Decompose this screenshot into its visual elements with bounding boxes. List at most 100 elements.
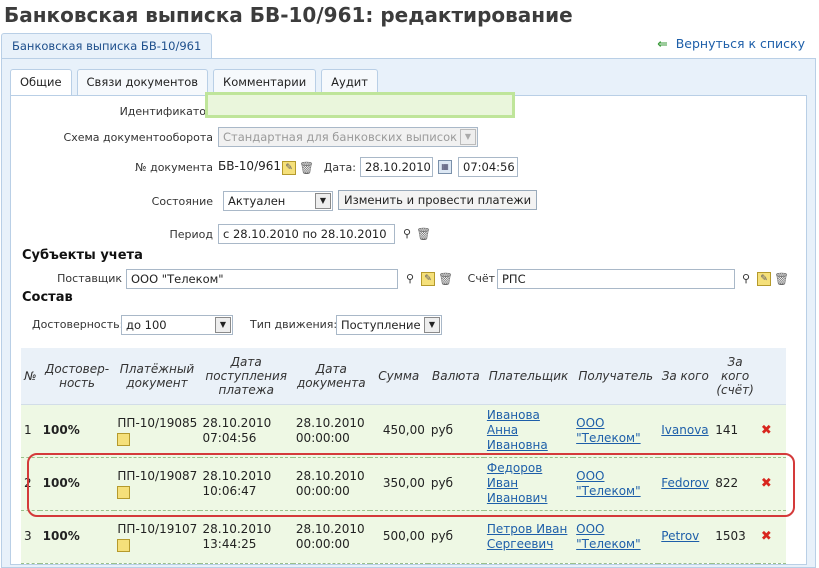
payment-doc-number: ПП-10/19085 <box>117 415 198 430</box>
section-composition: Состав <box>22 290 73 305</box>
row-number: 3 <box>21 510 40 564</box>
time-input[interactable]: 07:04:56 <box>458 157 518 177</box>
scheme-value: Стандартная для банковских выписок <box>223 130 458 144</box>
section-subjects: Субъекты учета <box>22 248 143 263</box>
row-receiver: ООО "Телеком" <box>573 404 659 458</box>
row-currency: руб <box>427 457 484 511</box>
change-state-button[interactable]: Изменить и провести платежи <box>338 190 538 210</box>
row-payer: Иванова Анна Ивановна <box>483 404 574 458</box>
scheme-label: Схема документооборота <box>63 131 213 144</box>
row-sum: 350,00 <box>369 457 428 511</box>
state-select[interactable]: Актуален ▼ <box>223 191 333 211</box>
binoculars-icon[interactable]: ⚲ <box>403 272 417 286</box>
account-label: Счёт <box>467 272 495 285</box>
tab-doc-links[interactable]: Связи документов <box>76 69 209 95</box>
col-currency[interactable]: Валюта <box>427 348 484 405</box>
period-label: Период <box>169 228 213 241</box>
row-doc-date: 28.10.2010 00:00:00 <box>292 457 370 511</box>
reliability-value: до 100 <box>126 318 167 332</box>
row-for-whom: Ivanova <box>658 404 713 458</box>
col-number[interactable]: № <box>21 348 40 405</box>
row-number: 2 <box>21 457 40 511</box>
edit-icon[interactable]: ✎ <box>421 272 435 286</box>
receiver-link[interactable]: ООО "Телеком" <box>576 469 640 498</box>
row-payment-doc: ПП-10/19085 <box>114 404 200 458</box>
period-input[interactable]: с 28.10.2010 по 28.10.2010 <box>218 224 395 244</box>
tab-general[interactable]: Общие <box>10 69 72 97</box>
row-payment-date: 28.10.2010 13:44:25 <box>199 510 293 564</box>
row-payment-doc: ПП-10/19107 <box>114 510 200 564</box>
payer-link[interactable]: Иванова Анна Ивановна <box>487 408 548 452</box>
back-arrow-icon: ⇐ <box>657 36 668 51</box>
movement-select[interactable]: Поступление ▼ <box>336 315 442 335</box>
chevron-down-icon: ▼ <box>215 317 231 333</box>
supplier-input[interactable]: ООО "Телеком" <box>126 269 398 289</box>
row-number: 1 <box>21 404 40 458</box>
back-to-list-link[interactable]: ⇐ Вернуться к списку <box>657 36 805 51</box>
payer-link[interactable]: Петров Иван Сергеевич <box>487 522 568 551</box>
row-actions: ✖ <box>757 510 786 564</box>
table-row: 1 100% ПП-10/19085 28.10.2010 07:04:56 2… <box>21 404 786 458</box>
row-payer: Петров Иван Сергеевич <box>483 510 574 564</box>
state-highlight <box>205 92 515 118</box>
chevron-down-icon: ▼ <box>460 129 476 145</box>
receiver-link[interactable]: ООО "Телеком" <box>576 416 640 445</box>
date-label: Дата: <box>323 161 356 174</box>
col-sum[interactable]: Сумма <box>369 348 428 405</box>
row-doc-date: 28.10.2010 00:00:00 <box>292 404 370 458</box>
trash-icon[interactable]: 🗑 <box>299 161 314 175</box>
binoculars-icon[interactable]: ⚲ <box>400 227 414 241</box>
row-account: 1503 <box>712 510 758 564</box>
back-link-label: Вернуться к списку <box>675 36 805 51</box>
edit-icon[interactable]: ✎ <box>757 272 771 286</box>
for-whom-link[interactable]: Ivanova <box>661 423 708 437</box>
row-sum: 500,00 <box>369 510 428 564</box>
trash-icon[interactable]: 🗑 <box>416 227 431 241</box>
edit-icon[interactable]: ✎ <box>282 161 296 175</box>
col-payment-date[interactable]: Дата поступления платежа <box>199 348 293 405</box>
row-account: 822 <box>712 457 758 511</box>
chevron-down-icon: ▼ <box>315 193 331 209</box>
row-sum: 450,00 <box>369 404 428 458</box>
col-for-whom[interactable]: За кого <box>658 348 713 405</box>
col-reliability[interactable]: Достовер-ность <box>39 348 115 405</box>
date-input[interactable]: 28.10.2010 <box>360 157 433 177</box>
binoculars-icon[interactable]: ⚲ <box>739 272 753 286</box>
page-title: Банковская выписка БВ-10/961: редактиров… <box>4 3 573 27</box>
row-receiver: ООО "Телеком" <box>573 457 659 511</box>
for-whom-link[interactable]: Petrov <box>661 529 699 543</box>
delete-icon[interactable]: ✖ <box>761 529 772 544</box>
col-for-whom-account[interactable]: За кого (счёт) <box>712 348 758 405</box>
document-icon[interactable] <box>117 485 131 499</box>
receiver-link[interactable]: ООО "Телеком" <box>576 522 640 551</box>
row-for-whom: Fedorov <box>658 457 713 511</box>
col-payer[interactable]: Плательщик <box>483 348 574 405</box>
for-whom-link[interactable]: Fedorov <box>661 476 709 490</box>
movement-label: Тип движения: <box>250 318 338 331</box>
row-reliability: 100% <box>39 457 115 511</box>
payer-link[interactable]: Федоров Иван Иванович <box>487 461 548 505</box>
account-input[interactable]: РПС <box>497 269 735 289</box>
reliability-select[interactable]: до 100 ▼ <box>121 315 233 335</box>
state-value: Актуален <box>228 194 286 208</box>
col-receiver[interactable]: Получатель <box>573 348 659 405</box>
document-icon[interactable] <box>117 432 131 446</box>
row-payment-date: 28.10.2010 07:04:56 <box>199 404 293 458</box>
payments-table: № Достовер-ность Платёжный документ Дата… <box>21 348 786 564</box>
trash-icon[interactable]: 🗑 <box>774 272 789 286</box>
row-actions: ✖ <box>757 404 786 458</box>
row-doc-date: 28.10.2010 00:00:00 <box>292 510 370 564</box>
row-reliability: 100% <box>39 510 115 564</box>
state-label: Состояние <box>151 195 213 208</box>
delete-icon[interactable]: ✖ <box>761 423 772 438</box>
col-payment-doc[interactable]: Платёжный документ <box>114 348 200 405</box>
reliability-label: Достоверность: <box>32 318 124 331</box>
col-doc-date[interactable]: Дата документа <box>292 348 370 405</box>
row-payment-date: 28.10.2010 10:06:47 <box>199 457 293 511</box>
document-icon[interactable] <box>117 538 131 552</box>
docno-label: № документа <box>135 161 213 174</box>
payment-doc-number: ПП-10/19087 <box>117 468 198 483</box>
calendar-icon[interactable]: ▦ <box>438 160 452 174</box>
outer-tab-statement[interactable]: Банковская выписка БВ-10/961 <box>1 33 213 59</box>
delete-icon[interactable]: ✖ <box>761 476 772 491</box>
